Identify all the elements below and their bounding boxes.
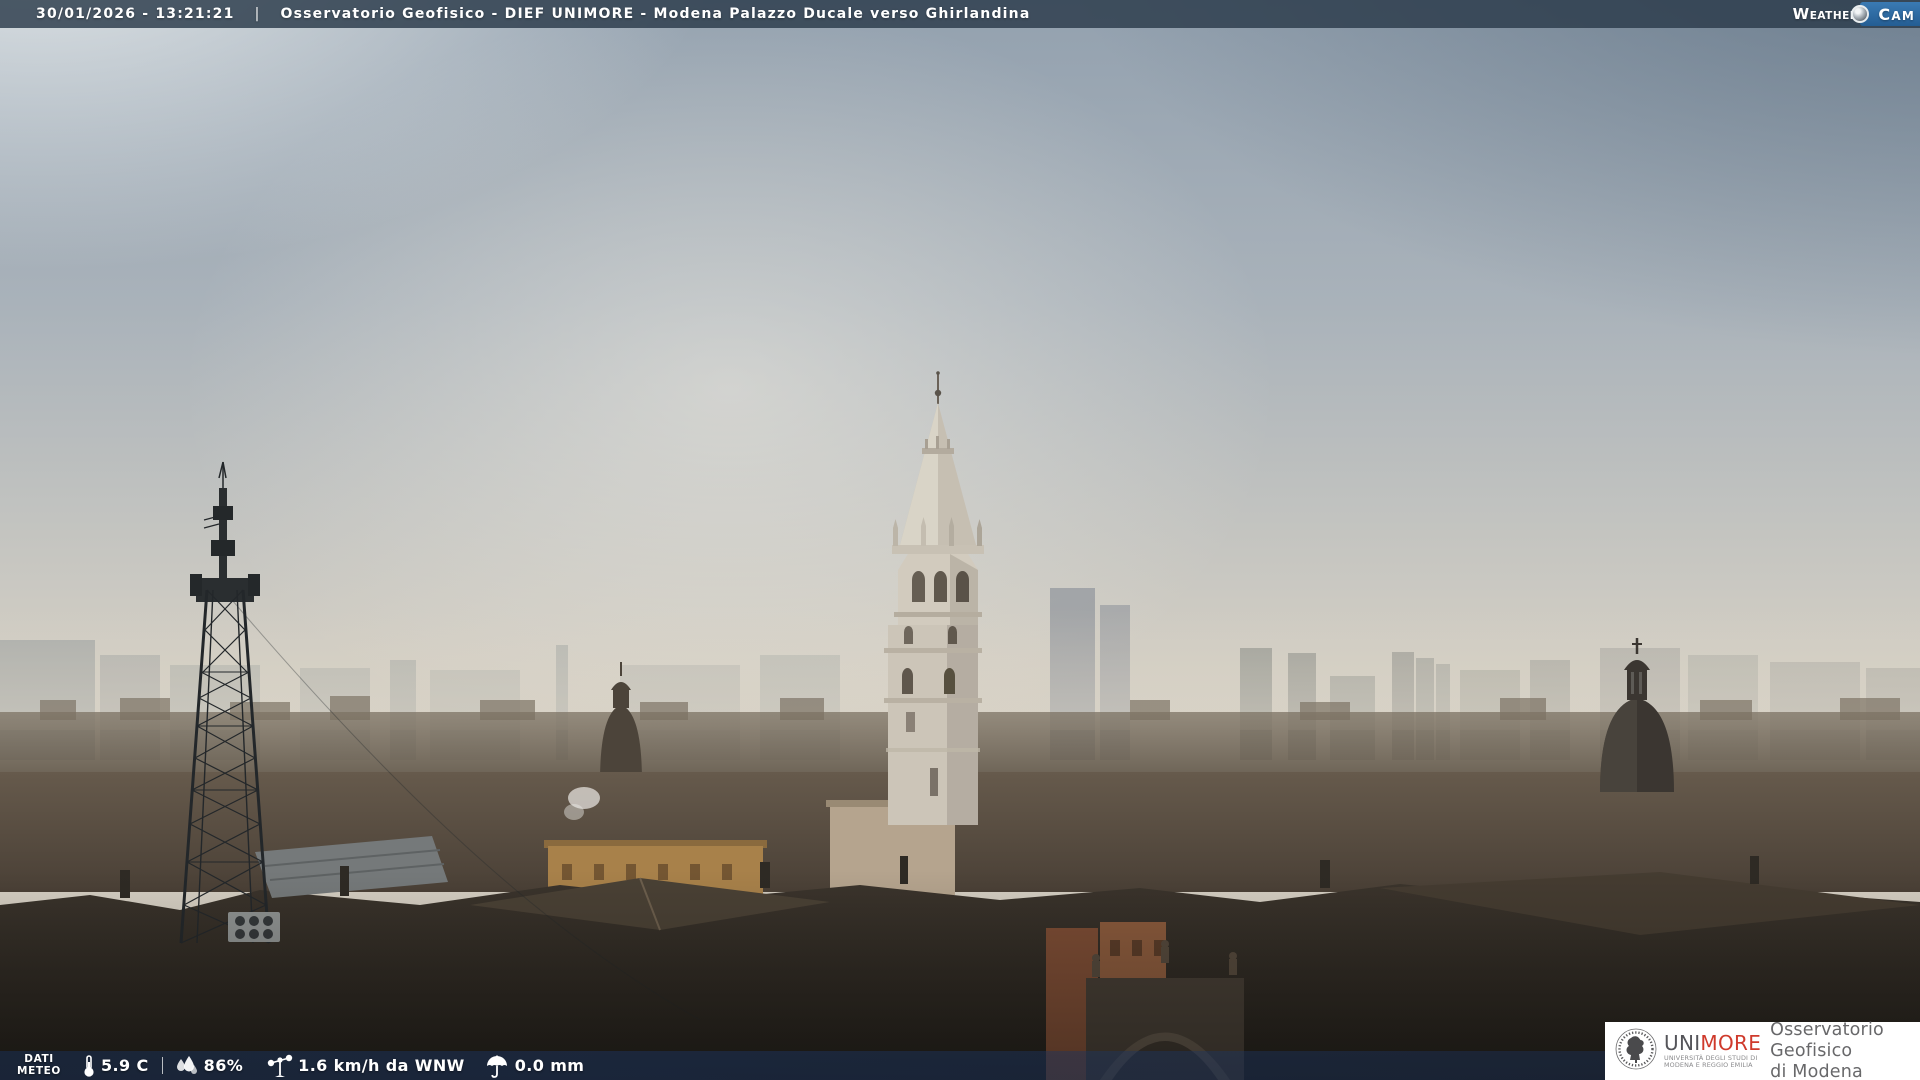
weathercam-cam-box: CAM xyxy=(1851,2,1920,26)
weathercam-weather-text: WEATHER xyxy=(1792,5,1859,23)
thermometer-icon xyxy=(82,1054,96,1078)
webcam-page: 30/01/2026 - 13:21:21 | Osservatorio Geo… xyxy=(0,0,1920,1080)
university-name-line2: MODENA E REGGIO EMILIA xyxy=(1664,1061,1753,1069)
webcam-photo xyxy=(0,0,1920,1080)
humidity-value: 86% xyxy=(203,1056,244,1075)
anemometer-icon xyxy=(267,1054,293,1078)
camera-lens-icon xyxy=(1851,5,1870,23)
wind-value: 1.6 km/h da WNW xyxy=(298,1056,465,1075)
temperature-item: 5.9 C xyxy=(82,1054,149,1078)
dati-meteo-label: DATI METEO xyxy=(17,1053,61,1077)
observatory-name: Osservatorio Geofisico di Modena xyxy=(1770,1019,1884,1080)
precipitation-item: 0.0 mm xyxy=(485,1054,585,1078)
unimore-uni-text: UNI xyxy=(1664,1030,1701,1055)
wind-item: 1.6 km/h da WNW xyxy=(267,1054,465,1078)
water-drops-icon xyxy=(174,1055,198,1077)
weathercam-logo[interactable]: WEATHER CAM xyxy=(1793,1,1920,27)
page-title: Osservatorio Geofisico - DIEF UNIMORE - … xyxy=(280,6,1031,22)
unimore-credit-box[interactable]: UNIMORE UNIVERSITÀ DEGLI STUDI DI MODENA… xyxy=(1605,1019,1920,1080)
ghirlandina-tower xyxy=(884,371,984,825)
precipitation-value: 0.0 mm xyxy=(514,1056,585,1075)
unimore-crest-icon xyxy=(1615,1028,1657,1074)
weathercam-cam-text: CAM xyxy=(1878,4,1915,24)
humidity-item: 86% xyxy=(174,1055,244,1077)
separator: | xyxy=(254,6,261,22)
unimore-more-text: MORE xyxy=(1700,1030,1762,1055)
temperature-value: 5.9 C xyxy=(101,1056,149,1075)
unimore-wordmark: UNIMORE UNIVERSITÀ DEGLI STUDI DI MODENA… xyxy=(1664,1033,1761,1070)
bar-divider xyxy=(161,1057,163,1074)
top-info-bar: 30/01/2026 - 13:21:21 | Osservatorio Geo… xyxy=(0,0,1920,28)
umbrella-icon xyxy=(485,1054,509,1078)
datetime-label: 30/01/2026 - 13:21:21 xyxy=(36,6,235,22)
